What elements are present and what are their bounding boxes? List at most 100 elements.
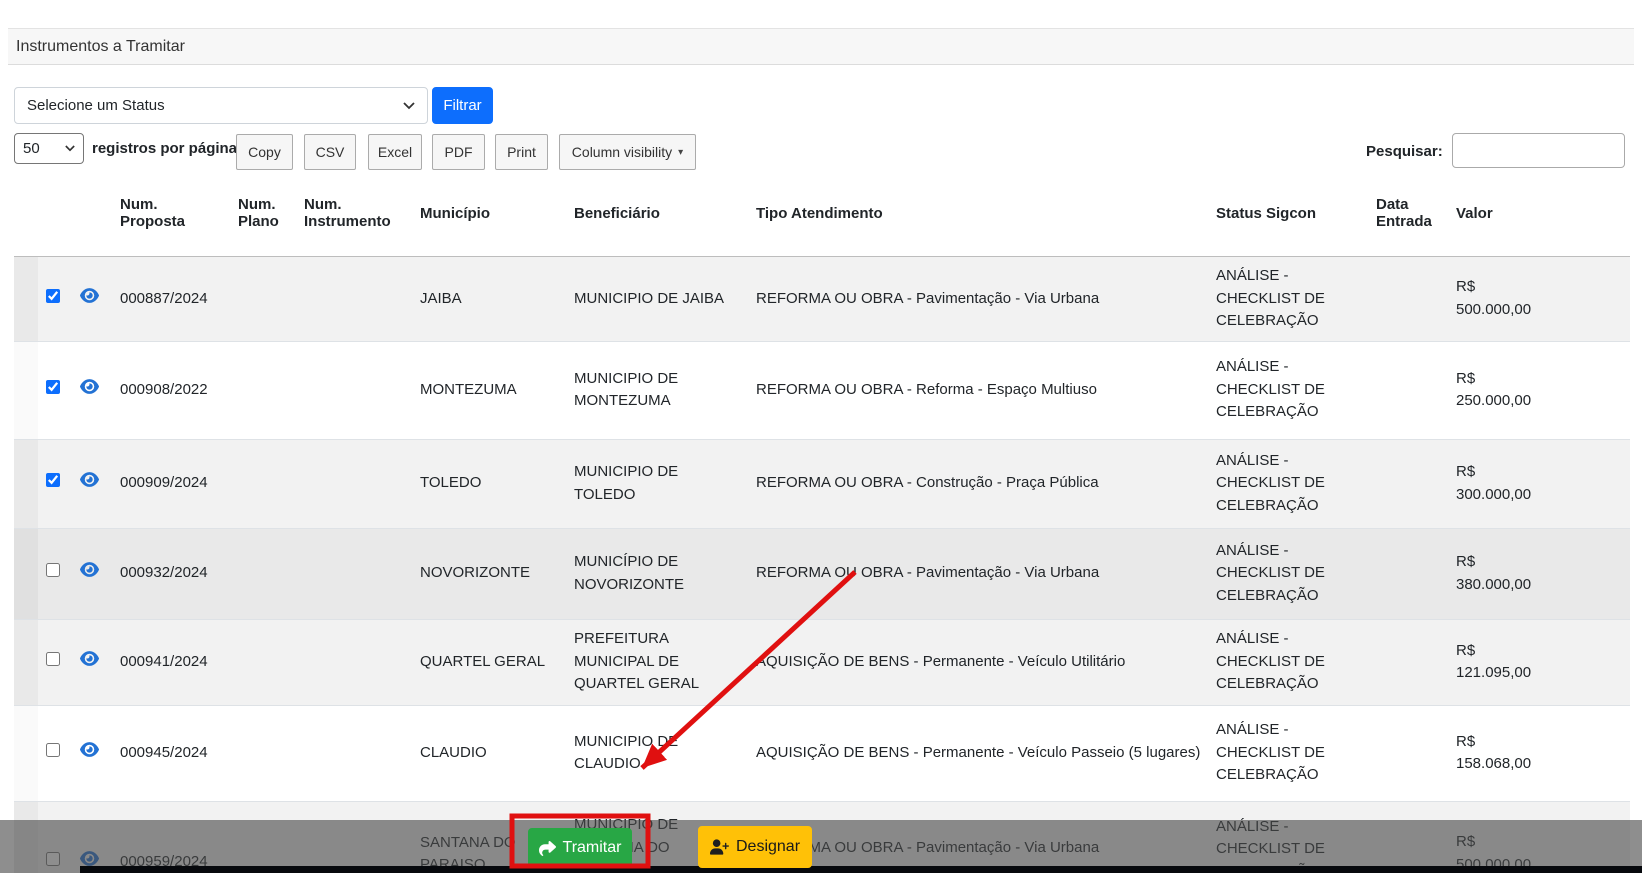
column-header-status-sigcon[interactable]: Status Sigcon	[1208, 170, 1368, 257]
csv-button[interactable]: CSV	[304, 134, 356, 170]
column-header-num-instrumento[interactable]: Num. Instrumento	[296, 170, 412, 257]
data-entrada	[1368, 257, 1448, 342]
num-instrumento	[296, 619, 412, 705]
copy-button[interactable]: Copy	[236, 134, 293, 170]
chevron-down-icon	[403, 102, 415, 110]
search-label: Pesquisar:	[1366, 134, 1443, 170]
municipio: NOVORIZONTE	[420, 562, 555, 585]
table-body: 000887/2024 JAIBA MUNICIPIO DE JAIBA REF…	[14, 257, 1630, 873]
num-proposta: 000908/2022	[112, 341, 230, 439]
num-plano	[230, 528, 296, 619]
sorted-column-cell	[14, 439, 38, 528]
table-row: 000932/2024 NOVORIZONTE MUNICÍPIO DE NOV…	[14, 528, 1630, 619]
designar-button[interactable]: Designar	[698, 826, 812, 868]
page-size-label: registros por página	[92, 133, 237, 164]
column-header-num-proposta[interactable]: Num. Proposta	[112, 170, 230, 257]
sorted-column-cell	[14, 705, 38, 801]
view-cell	[72, 705, 112, 801]
table-row: 000887/2024 JAIBA MUNICIPIO DE JAIBA REF…	[14, 257, 1630, 342]
tipo-atendimento: AQUISIÇÃO DE BENS - Permanente - Veículo…	[748, 705, 1208, 801]
eye-icon[interactable]	[80, 650, 99, 667]
valor: R$ 500.000,00	[1456, 276, 1542, 321]
column-header-beneficiario[interactable]: Beneficiário	[566, 170, 748, 257]
num-proposta: 000932/2024	[112, 528, 230, 619]
tipo-atendimento: REFORMA OU OBRA - Construção - Praça Púb…	[748, 439, 1208, 528]
page-size-value: 50	[23, 140, 40, 157]
valor: R$ 121.095,00	[1456, 640, 1542, 685]
designar-label: Designar	[736, 838, 800, 856]
page-title-text: Instrumentos a Tramitar	[16, 38, 185, 56]
row-checkbox[interactable]	[46, 473, 60, 487]
row-checkbox[interactable]	[46, 289, 60, 303]
num-plano	[230, 439, 296, 528]
row-checkbox[interactable]	[46, 563, 60, 577]
table-row: 000908/2022 MONTEZUMA MUNICIPIO DE MONTE…	[14, 341, 1630, 439]
column-header-municipio[interactable]: Município	[412, 170, 566, 257]
column-header-num-plano[interactable]: Num. Plano	[230, 170, 296, 257]
status-filter-select[interactable]: Selecione um Status	[14, 87, 428, 124]
beneficiario: PREFEITURA MUNICIPAL DE QUARTEL GERAL	[574, 628, 730, 696]
eye-icon[interactable]	[80, 471, 99, 488]
table-header: Num. Proposta Num. Plano Num. Instrument…	[14, 170, 1630, 257]
municipio: JAIBA	[420, 288, 555, 311]
chevron-down-icon	[65, 145, 75, 152]
num-instrumento	[296, 257, 412, 342]
row-checkbox[interactable]	[46, 743, 60, 757]
select-cell	[38, 439, 72, 528]
num-instrumento	[296, 705, 412, 801]
column-header-data-entrada[interactable]: Data Entrada	[1368, 170, 1448, 257]
eye-icon[interactable]	[80, 287, 99, 304]
num-proposta: 000945/2024	[112, 705, 230, 801]
num-plano	[230, 257, 296, 342]
num-plano	[230, 341, 296, 439]
select-cell	[38, 705, 72, 801]
eye-icon[interactable]	[80, 378, 99, 395]
view-cell	[72, 439, 112, 528]
column-header-empty	[14, 170, 38, 257]
valor: R$ 250.000,00	[1456, 368, 1542, 413]
beneficiario: MUNICIPIO DE TOLEDO	[574, 461, 730, 506]
column-header-select	[38, 170, 72, 257]
row-checkbox[interactable]	[46, 380, 60, 394]
view-cell	[72, 528, 112, 619]
excel-button[interactable]: Excel	[368, 134, 422, 170]
table-row: 000909/2024 TOLEDO MUNICIPIO DE TOLEDO R…	[14, 439, 1630, 528]
caret-down-icon: ▾	[678, 147, 683, 158]
num-instrumento	[296, 528, 412, 619]
tipo-atendimento: REFORMA OU OBRA - Pavimentação - Via Urb…	[748, 257, 1208, 342]
num-plano	[230, 705, 296, 801]
municipio: QUARTEL GERAL	[420, 651, 555, 674]
num-proposta: 000909/2024	[112, 439, 230, 528]
data-entrada	[1368, 528, 1448, 619]
pdf-button[interactable]: PDF	[432, 134, 485, 170]
select-cell	[38, 528, 72, 619]
view-cell	[72, 341, 112, 439]
filtrar-button[interactable]: Filtrar	[432, 87, 493, 124]
column-header-tipo-atendimento[interactable]: Tipo Atendimento	[748, 170, 1208, 257]
view-cell	[72, 257, 112, 342]
sorted-column-cell	[14, 341, 38, 439]
beneficiario: MUNICIPIO DE MONTEZUMA	[574, 368, 730, 413]
data-entrada	[1368, 439, 1448, 528]
print-button[interactable]: Print	[495, 134, 548, 170]
eye-icon[interactable]	[80, 741, 99, 758]
page-size-select[interactable]: 50	[14, 133, 84, 164]
valor: R$ 380.000,00	[1456, 551, 1542, 596]
status-sigcon: ANÁLISE - CHECKLIST DE CELEBRAÇÃO	[1216, 628, 1328, 696]
valor: R$ 300.000,00	[1456, 461, 1542, 506]
search-input[interactable]	[1452, 133, 1625, 168]
municipio: MONTEZUMA	[420, 379, 555, 402]
status-sigcon: ANÁLISE - CHECKLIST DE CELEBRAÇÃO	[1216, 719, 1328, 787]
tramitar-button[interactable]: Tramitar	[528, 828, 632, 868]
row-checkbox[interactable]	[46, 652, 60, 666]
eye-icon[interactable]	[80, 561, 99, 578]
share-icon	[539, 840, 556, 857]
num-plano	[230, 619, 296, 705]
sorted-column-cell	[14, 257, 38, 342]
instrumentos-a-tramitar-page: Instrumentos a Tramitar Selecione um Sta…	[0, 0, 1642, 873]
tipo-atendimento: AQUISIÇÃO DE BENS - Permanente - Veículo…	[748, 619, 1208, 705]
column-visibility-button[interactable]: Column visibility ▾	[559, 134, 696, 170]
column-header-view	[72, 170, 112, 257]
column-header-valor[interactable]: Valor	[1448, 170, 1630, 257]
valor: R$ 158.068,00	[1456, 731, 1542, 776]
